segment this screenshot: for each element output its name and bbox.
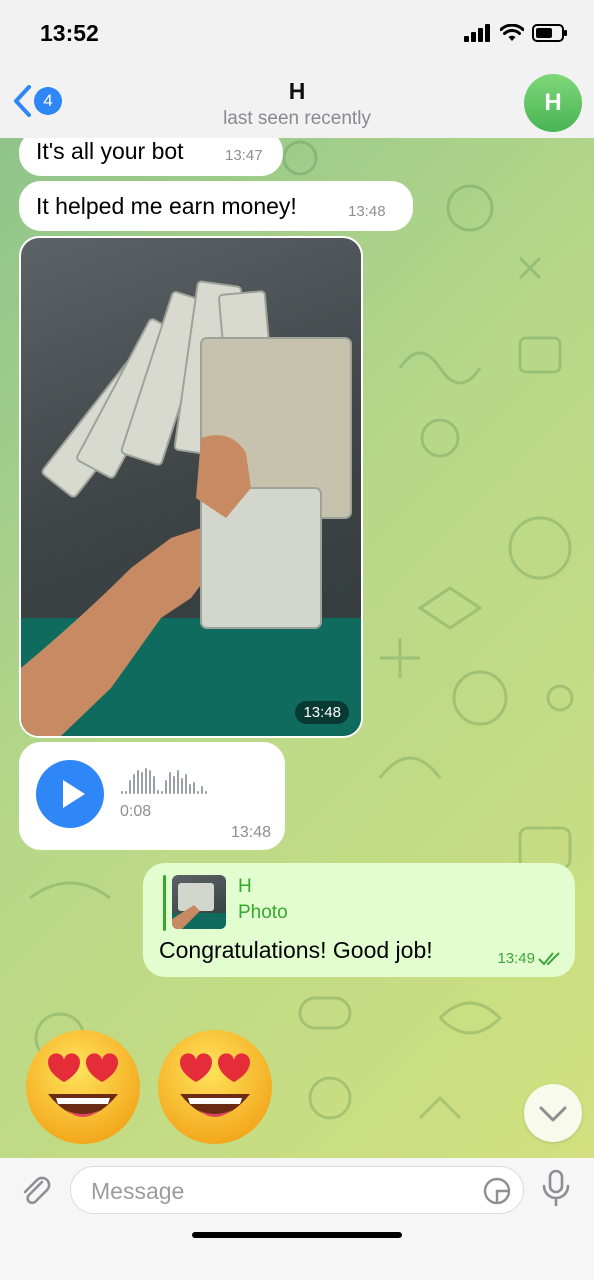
waveform[interactable] bbox=[121, 768, 207, 794]
message-time: 13:48 bbox=[348, 203, 386, 220]
status-time: 13:52 bbox=[40, 20, 99, 46]
chat-title[interactable]: H bbox=[0, 78, 594, 105]
play-button[interactable] bbox=[36, 760, 104, 828]
voice-duration: 0:08 bbox=[120, 803, 152, 820]
avatar[interactable]: H bbox=[524, 74, 582, 132]
sticker-icon[interactable] bbox=[481, 1175, 513, 1207]
money-photo[interactable]: 13:48 bbox=[21, 238, 361, 736]
message-time: 13:49 bbox=[497, 950, 535, 967]
signal-icon bbox=[464, 24, 490, 42]
play-icon bbox=[63, 780, 85, 808]
input-bar bbox=[0, 1158, 594, 1280]
home-indicator bbox=[192, 1232, 402, 1238]
chat-area[interactable]: It's all your bot 13:47 It helped me ear… bbox=[0, 138, 594, 1158]
incoming-message[interactable]: It helped me earn money! 13:48 bbox=[19, 181, 413, 231]
message-time: 13:48 bbox=[230, 824, 271, 841]
incoming-message[interactable]: It's all your bot 13:47 bbox=[19, 138, 283, 176]
message-text: Congratulations! Good job! bbox=[159, 937, 433, 963]
photo-message[interactable]: 13:48 bbox=[19, 236, 363, 738]
reply-type: Photo bbox=[238, 902, 288, 923]
heart-eyes-emoji[interactable] bbox=[156, 1028, 274, 1146]
chat-header: 4 H last seen recently H bbox=[0, 70, 594, 138]
message-input[interactable] bbox=[89, 1167, 473, 1215]
reply-bar bbox=[163, 875, 166, 931]
chevron-down-icon bbox=[539, 1106, 567, 1122]
wifi-icon bbox=[500, 24, 524, 41]
battery-icon bbox=[532, 24, 567, 42]
heart-eyes-emoji[interactable] bbox=[24, 1028, 142, 1146]
voice-message[interactable]: 0:08 13:48 bbox=[19, 742, 285, 850]
paperclip-icon[interactable] bbox=[18, 1172, 54, 1208]
outgoing-message[interactable]: H Photo Congratulations! Good job! 13:49 bbox=[143, 863, 575, 977]
read-check-icon bbox=[538, 952, 560, 966]
message-text: It's all your bot bbox=[36, 138, 184, 164]
reply-author: H bbox=[238, 876, 252, 897]
status-icons bbox=[464, 24, 568, 42]
message-time: 13:47 bbox=[225, 147, 263, 164]
photo-time: 13:48 bbox=[295, 701, 349, 724]
chat-status: last seen recently bbox=[223, 108, 371, 129]
scroll-down-button[interactable] bbox=[524, 1084, 582, 1142]
status-bar: 13:52 bbox=[0, 0, 594, 70]
reply-thumbnail[interactable] bbox=[172, 875, 226, 929]
message-text: It helped me earn money! bbox=[36, 193, 297, 219]
photo-image bbox=[21, 280, 361, 736]
microphone-icon[interactable] bbox=[538, 1168, 574, 1208]
message-field[interactable] bbox=[70, 1166, 524, 1215]
